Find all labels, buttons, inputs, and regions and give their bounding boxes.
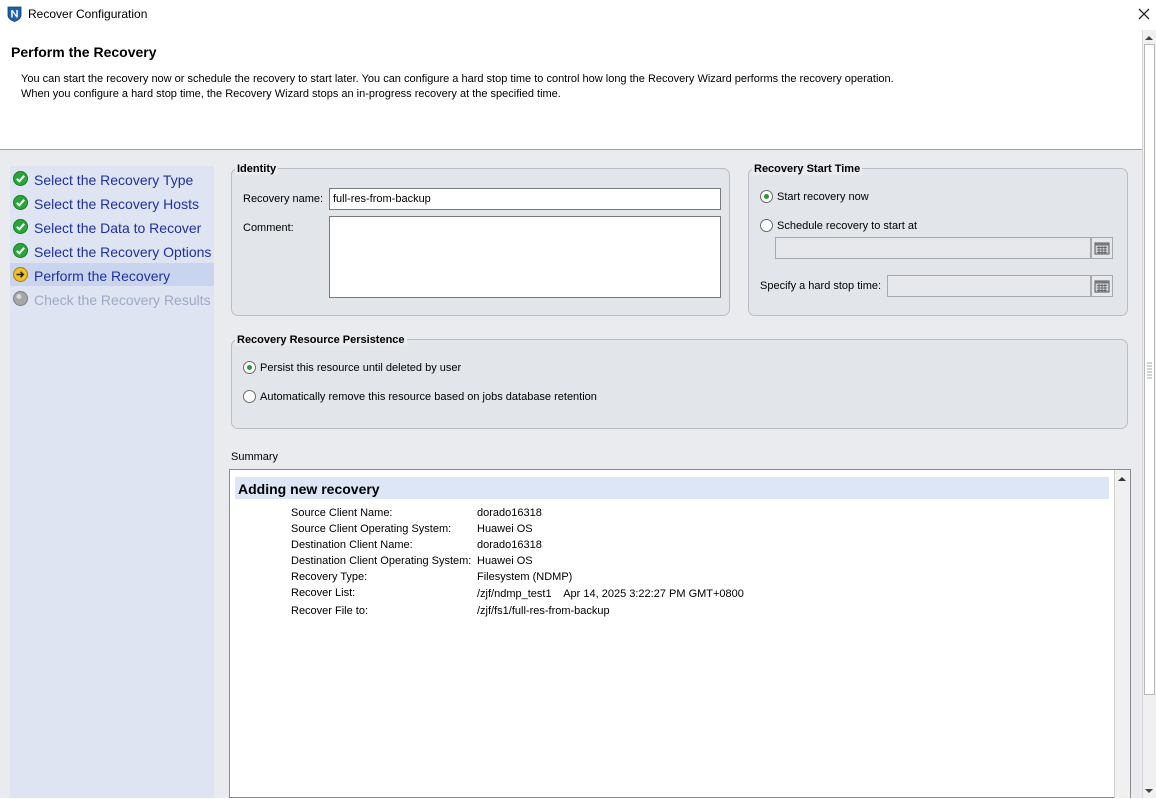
summary-key-destination-client-name: Destination Client Name: xyxy=(291,539,413,551)
summary-heading: Adding new recovery xyxy=(238,481,380,497)
summary-key-source-client-name: Source Client Name: xyxy=(291,507,393,519)
networker-shield-icon xyxy=(7,6,22,22)
comment-label: Comment: xyxy=(243,222,294,234)
recovery-name-input[interactable] xyxy=(329,188,721,210)
summary-key-recover-file-to: Recover File to: xyxy=(291,605,369,617)
persist-resource-label[interactable]: Persist this resource until deleted by u… xyxy=(260,362,461,374)
close-icon xyxy=(1138,8,1150,20)
summary-value-recover-list: /zjf/ndmp_test1 Apr 14, 2025 3:22:27 PM … xyxy=(477,588,744,600)
identity-group-title: Identity xyxy=(235,163,279,175)
wizard-steps-sidebar: Select the Recovery Type Select the Reco… xyxy=(10,166,214,798)
resource-persistence-group xyxy=(231,339,1128,429)
scroll-down-arrow-icon[interactable] xyxy=(1144,786,1154,796)
step-perform-recovery[interactable]: Perform the Recovery xyxy=(10,263,214,286)
step-label: Check the Recovery Results xyxy=(34,292,211,308)
hard-stop-input[interactable] xyxy=(887,275,1091,297)
calendar-icon xyxy=(1094,242,1110,255)
start-now-radio[interactable] xyxy=(760,190,773,203)
step-label: Select the Recovery Type xyxy=(34,172,194,188)
scrollbar-grip-icon xyxy=(1146,360,1153,380)
summary-key-source-client-os: Source Client Operating System: xyxy=(291,523,452,535)
check-circle-icon xyxy=(13,171,28,186)
step-check-recovery-results: Check the Recovery Results xyxy=(10,287,214,310)
step-label: Perform the Recovery xyxy=(34,268,171,284)
title-bar xyxy=(0,0,1156,30)
arrow-circle-icon xyxy=(13,267,28,282)
hard-stop-label: Specify a hard stop time: xyxy=(760,280,882,292)
summary-value-destination-client-name: dorado16318 xyxy=(477,539,542,551)
comment-textarea[interactable] xyxy=(329,216,721,298)
step-select-recovery-options[interactable]: Select the Recovery Options xyxy=(10,239,214,262)
check-circle-icon xyxy=(13,195,28,210)
schedule-start-label[interactable]: Schedule recovery to start at xyxy=(777,220,917,232)
step-label: Select the Recovery Options xyxy=(34,244,212,260)
summary-key-recovery-type: Recovery Type: xyxy=(291,571,368,583)
summary-label: Summary xyxy=(231,451,279,463)
window-title: Recover Configuration xyxy=(28,7,148,21)
summary-value-recover-file-to: /zjf/fs1/full-res-from-backup xyxy=(477,605,610,617)
close-button[interactable] xyxy=(1134,4,1154,24)
calendar-icon xyxy=(1094,280,1110,293)
step-select-recovery-hosts[interactable]: Select the Recovery Hosts xyxy=(10,191,214,214)
step-select-recovery-type[interactable]: Select the Recovery Type xyxy=(10,167,214,190)
step-select-data-to-recover[interactable]: Select the Data to Recover xyxy=(10,215,214,238)
recovery-start-time-title: Recovery Start Time xyxy=(752,163,863,175)
gray-circle-icon xyxy=(13,291,28,306)
page-description-line-1: You can start the recovery now or schedu… xyxy=(21,73,894,85)
summary-key-destination-client-os: Destination Client Operating System: xyxy=(291,555,472,567)
summary-value-destination-client-os: Huawei OS xyxy=(477,555,533,567)
schedule-start-radio[interactable] xyxy=(760,219,773,232)
start-now-label[interactable]: Start recovery now xyxy=(777,191,869,203)
auto-remove-resource-label[interactable]: Automatically remove this resource based… xyxy=(260,391,597,403)
schedule-calendar-button[interactable] xyxy=(1091,237,1113,259)
resource-persistence-title: Recovery Resource Persistence xyxy=(235,334,407,346)
summary-vertical-scrollbar[interactable] xyxy=(1114,470,1130,798)
persist-resource-radio[interactable] xyxy=(243,361,256,374)
hard-stop-calendar-button[interactable] xyxy=(1091,275,1113,297)
summary-value-recovery-type: Filesystem (NDMP) xyxy=(477,571,573,583)
scroll-up-arrow-icon[interactable] xyxy=(1117,474,1127,482)
step-label: Select the Data to Recover xyxy=(34,220,202,236)
check-circle-icon xyxy=(13,243,28,258)
check-circle-icon xyxy=(13,219,28,234)
summary-key-recover-list: Recover List: xyxy=(291,587,356,599)
page-description-line-2: When you configure a hard stop time, the… xyxy=(21,88,561,100)
auto-remove-resource-radio[interactable] xyxy=(243,390,256,403)
scroll-up-arrow-icon[interactable] xyxy=(1144,33,1154,43)
summary-value-source-client-name: dorado16318 xyxy=(477,507,542,519)
page-title: Perform the Recovery xyxy=(11,44,157,60)
step-label: Select the Recovery Hosts xyxy=(34,196,199,212)
schedule-start-input[interactable] xyxy=(775,237,1091,259)
summary-value-source-client-os: Huawei OS xyxy=(477,523,533,535)
recovery-name-label: Recovery name: xyxy=(243,193,324,205)
